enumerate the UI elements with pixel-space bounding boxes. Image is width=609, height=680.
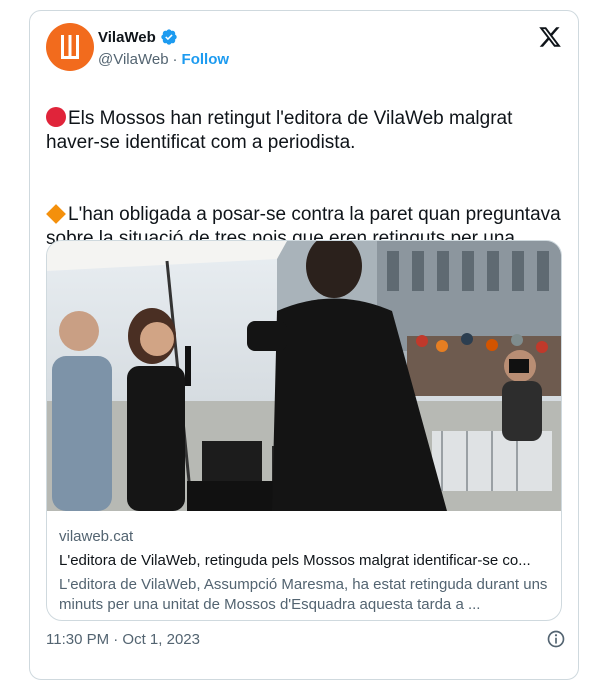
link-title: L'editora de VilaWeb, retinguda pels Mos… xyxy=(59,552,531,569)
link-description: L'editora de VilaWeb, Assumpció Maresma,… xyxy=(59,576,548,613)
separator: · xyxy=(172,51,178,68)
link-preview-image xyxy=(47,241,561,511)
avatar[interactable] xyxy=(46,23,94,71)
tweet-card: VilaWeb @VilaWeb · Follow Els Mossos han… xyxy=(29,10,579,680)
author-handle[interactable]: @VilaWeb xyxy=(98,51,169,68)
info-icon[interactable] xyxy=(546,629,566,649)
tweet-timestamp[interactable]: 11:30 PM · Oct 1, 2023 xyxy=(46,631,200,648)
verified-badge-icon xyxy=(161,29,177,45)
tweet-footer: 11:30 PM · Oct 1, 2023 xyxy=(46,629,566,649)
link-preview-meta: vilaweb.cat L'editora de VilaWeb, reting… xyxy=(59,527,549,615)
orange-diamond-icon xyxy=(46,204,66,224)
x-logo-icon[interactable] xyxy=(538,25,562,49)
vilaweb-logo-icon xyxy=(61,35,79,59)
link-preview-card[interactable]: vilaweb.cat L'editora de VilaWeb, reting… xyxy=(46,240,562,621)
link-domain: vilaweb.cat xyxy=(59,528,134,545)
red-circle-icon xyxy=(46,107,66,127)
tweet-paragraph-1-text: Els Mossos han retingut l'editora de Vil… xyxy=(46,108,513,153)
author-handle-row: @VilaWeb · Follow xyxy=(98,51,229,68)
tweet-paragraph-1: Els Mossos han retingut l'editora de Vil… xyxy=(46,107,566,155)
author-display-name[interactable]: VilaWeb xyxy=(98,29,156,46)
follow-button[interactable]: Follow xyxy=(182,51,230,68)
author-name-row: VilaWeb xyxy=(98,28,178,46)
